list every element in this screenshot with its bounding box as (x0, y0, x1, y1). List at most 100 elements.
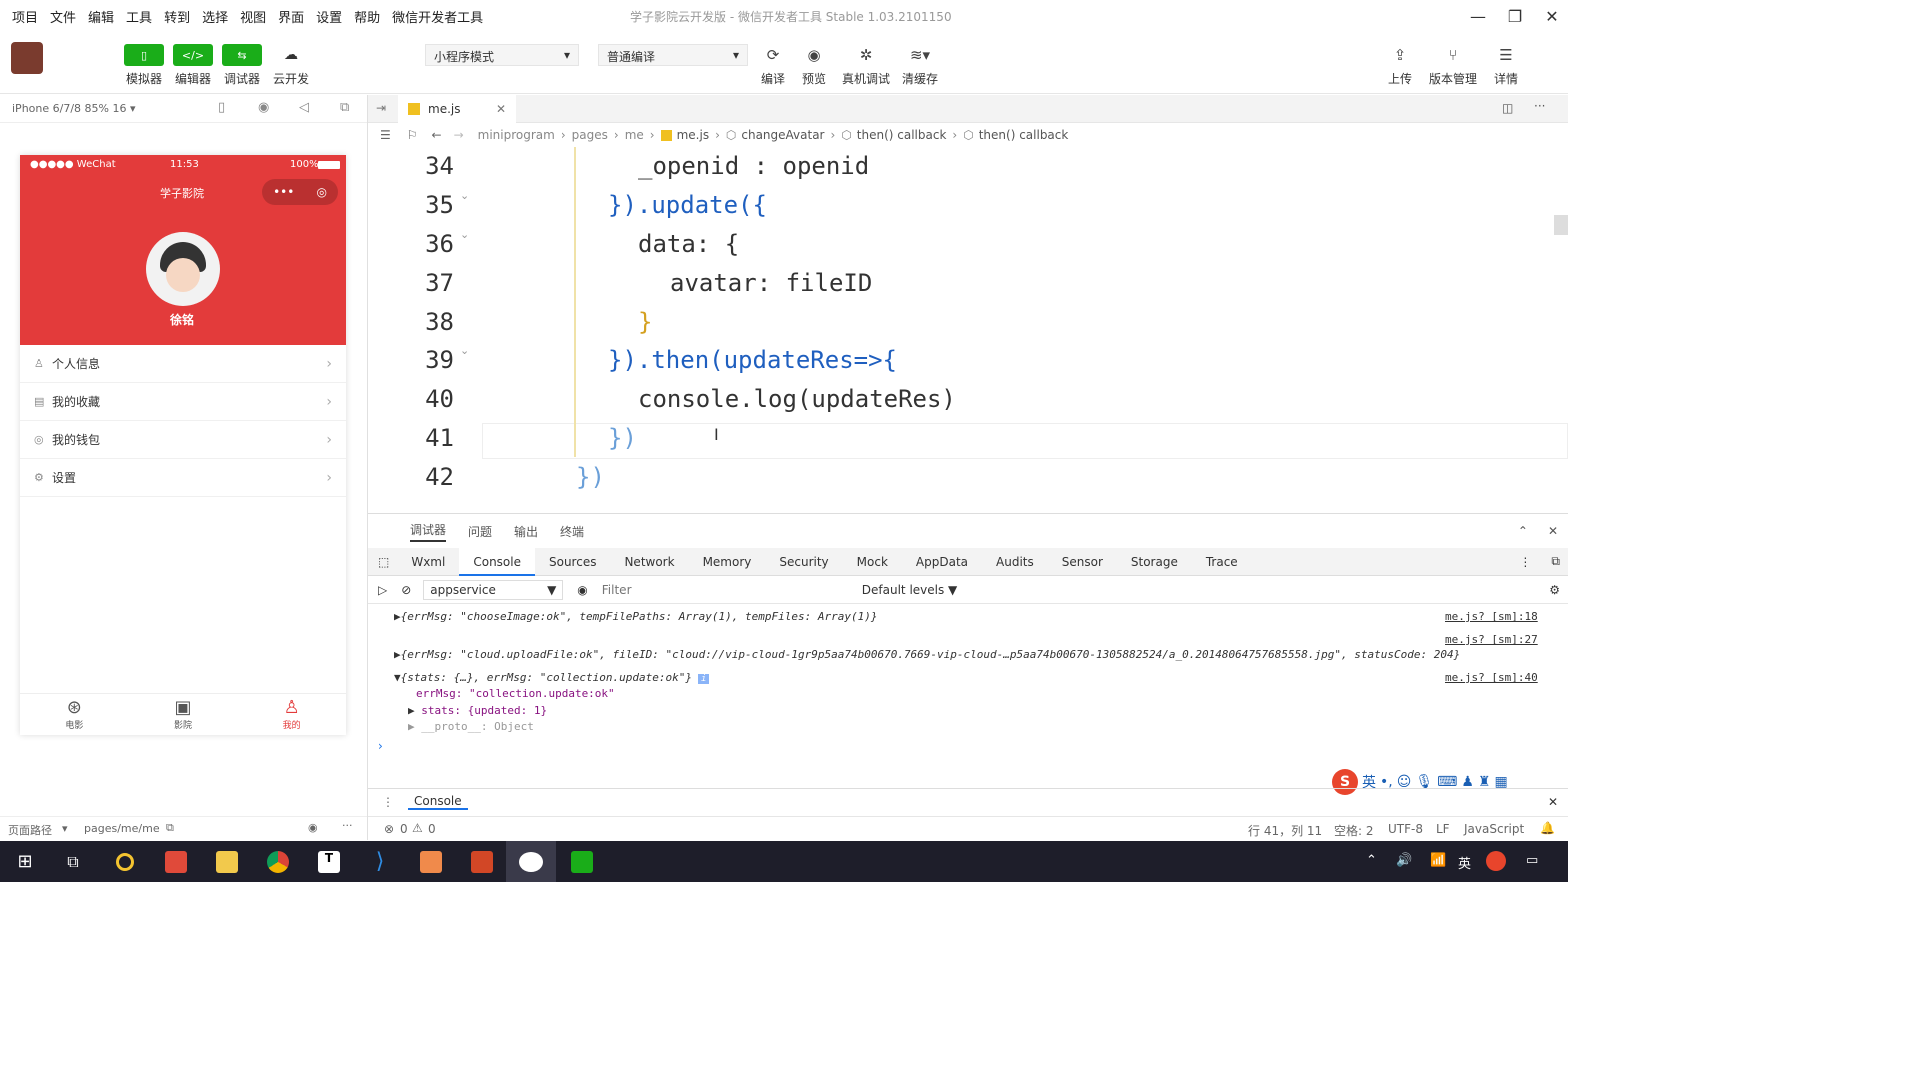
tab-mock[interactable]: Mock (843, 548, 902, 576)
tray-up-icon[interactable]: ⌃ (1366, 853, 1377, 868)
typora-icon[interactable]: T (304, 841, 354, 882)
language-mode[interactable]: JavaScript (1464, 822, 1524, 836)
capsule-menu[interactable]: ••• ◎ (262, 179, 338, 205)
compile-icon[interactable]: ⟳ (759, 44, 787, 66)
tab-cinema[interactable]: ▣ 影院 (129, 694, 238, 735)
upload-icon[interactable]: ⇪ (1386, 44, 1414, 66)
simulator-toggle-icon[interactable]: ▯ (124, 44, 164, 66)
back-icon[interactable]: ← (432, 128, 442, 142)
menu-devtools[interactable]: 微信开发者工具 (392, 7, 483, 26)
avatar[interactable] (11, 42, 43, 74)
real-debug-icon[interactable]: ✲ (852, 44, 880, 66)
page-path-label[interactable]: 页面路径 (8, 822, 52, 838)
menu-tools[interactable]: 工具 (126, 7, 152, 26)
menu-edit[interactable]: 编辑 (88, 7, 114, 26)
tab-storage[interactable]: Storage (1117, 548, 1192, 576)
clear-console-icon[interactable]: ⊘ (401, 583, 411, 597)
fold-icon[interactable]: ⌄ (460, 344, 469, 357)
expand-icon[interactable]: ▶ (394, 648, 401, 661)
inspect-icon[interactable]: ⬚ (378, 555, 389, 569)
restore-icon[interactable]: ❐ (1503, 4, 1527, 28)
tab-trace[interactable]: Trace (1192, 548, 1252, 576)
scrollbar-thumb[interactable] (1554, 215, 1568, 235)
menu-item-settings[interactable]: ⚙ 设置 › (20, 459, 346, 497)
collapse-icon[interactable]: ▼ (394, 671, 401, 684)
expand-icon[interactable]: ▶ (408, 704, 421, 717)
file-explorer-icon[interactable] (202, 841, 252, 882)
clear-cache-icon[interactable]: ≋▾ (902, 44, 938, 66)
task-view-icon[interactable]: ⧉ (48, 841, 98, 882)
log-entry[interactable]: ▶{errMsg: "chooseImage:ok", tempFilePath… (368, 610, 1568, 623)
tab-terminal[interactable]: 终端 (560, 523, 584, 540)
kebab-menu-icon[interactable]: ⋮ (382, 795, 394, 809)
tab-network[interactable]: Network (610, 548, 688, 576)
tab-wxml[interactable]: Wxml (397, 548, 459, 576)
breadcrumb-item[interactable]: pages (572, 128, 608, 142)
breadcrumb-item[interactable]: miniprogram (478, 128, 555, 142)
fold-icon[interactable]: ⌄ (460, 189, 469, 202)
kebab-menu-icon[interactable]: ⋮ (1519, 555, 1531, 569)
breadcrumb-item[interactable]: then() callback (857, 128, 947, 142)
cloud-dev-icon[interactable]: ☁ (271, 44, 311, 66)
network-icon[interactable]: 📶 (1430, 853, 1446, 868)
menu-goto[interactable]: 转到 (164, 7, 190, 26)
more-dots-icon[interactable]: ••• (273, 185, 294, 199)
expand-icon[interactable]: ▶ (408, 720, 421, 733)
user-avatar[interactable] (146, 232, 220, 306)
warning-icon[interactable]: ⚠ (412, 821, 423, 835)
tab-sensor[interactable]: Sensor (1048, 548, 1117, 576)
menu-interface[interactable]: 界面 (278, 7, 304, 26)
collapse-sidebar-icon[interactable]: ⇥ (376, 101, 386, 115)
encoding[interactable]: UTF-8 (1388, 822, 1423, 836)
log-entry[interactable]: ▶{errMsg: "cloud.uploadFile:ok", fileID:… (368, 648, 1568, 661)
powerpoint-icon[interactable] (457, 841, 507, 882)
menu-select[interactable]: 选择 (202, 7, 228, 26)
minimize-icon[interactable]: — (1466, 4, 1490, 28)
filter-input[interactable] (601, 579, 852, 600)
close-panel-icon[interactable]: ✕ (1548, 524, 1558, 538)
details-icon[interactable]: ☰ (1492, 44, 1520, 66)
line-ending[interactable]: LF (1436, 822, 1450, 836)
levels-select[interactable]: Default levels ▼ (862, 583, 958, 597)
menu-item-profile[interactable]: ♙ 个人信息 › (20, 345, 346, 383)
file-tab-me-js[interactable]: me.js ✕ (398, 95, 516, 123)
tab-me[interactable]: ♙ 我的 (237, 694, 346, 735)
fold-icon[interactable]: ⌄ (460, 228, 469, 241)
bookmark-icon[interactable]: ⚐ (407, 128, 418, 142)
breadcrumb-item[interactable]: then() callback (979, 128, 1069, 142)
input-lang-icon[interactable]: 英 (1458, 853, 1471, 872)
tab-movies[interactable]: ⊛ 电影 (20, 694, 129, 735)
sogou-tray-icon[interactable] (1486, 851, 1506, 871)
tab-appdata[interactable]: AppData (902, 548, 982, 576)
menu-settings[interactable]: 设置 (316, 7, 342, 26)
app-red-icon[interactable] (151, 841, 201, 882)
vscode-icon[interactable]: ⟩ (355, 841, 405, 882)
tab-console[interactable]: Console (459, 547, 535, 576)
bell-icon[interactable]: 🔔 (1540, 821, 1555, 835)
dock-icon[interactable]: ⧉ (1551, 554, 1560, 569)
breadcrumb-item[interactable]: me (625, 128, 644, 142)
tab-problems[interactable]: 问题 (468, 523, 492, 540)
log-property[interactable]: ▶ __proto__: Object (408, 720, 1608, 733)
mode-select[interactable]: 小程序模式 ▾ (425, 44, 579, 66)
list-icon[interactable]: ☰ (380, 128, 391, 142)
tab-security[interactable]: Security (765, 548, 842, 576)
expand-icon[interactable]: ▶ (394, 610, 401, 623)
chevron-up-icon[interactable]: ⌃ (1518, 524, 1528, 538)
log-entry[interactable]: ▼{stats: {…}, errMsg: "collection.update… (368, 671, 1568, 684)
popout-icon[interactable]: ⧉ (340, 100, 349, 115)
close-window-icon[interactable]: ✕ (1540, 4, 1564, 28)
context-select[interactable]: appservice ▼ (423, 579, 564, 600)
wechat-icon[interactable] (506, 841, 556, 882)
console-drawer-tab[interactable]: Console (408, 794, 468, 810)
wechat-devtools-icon[interactable] (557, 841, 607, 882)
menu-item-favorites[interactable]: ▤ 我的收藏 › (20, 383, 346, 421)
notification-icon[interactable]: ▭ (1526, 853, 1538, 868)
log-source[interactable]: me.js? [sm]:40 (1445, 671, 1538, 684)
device-select[interactable]: iPhone 6/7/8 85% 16 ▾ (12, 102, 136, 115)
menu-project[interactable]: 项目 (12, 7, 38, 26)
sidebar-toggle-icon[interactable]: ▷ (378, 583, 387, 597)
record-icon[interactable]: ◉ (258, 100, 269, 115)
phone-icon[interactable]: ▯ (218, 100, 225, 115)
forward-icon[interactable]: → (454, 128, 464, 142)
